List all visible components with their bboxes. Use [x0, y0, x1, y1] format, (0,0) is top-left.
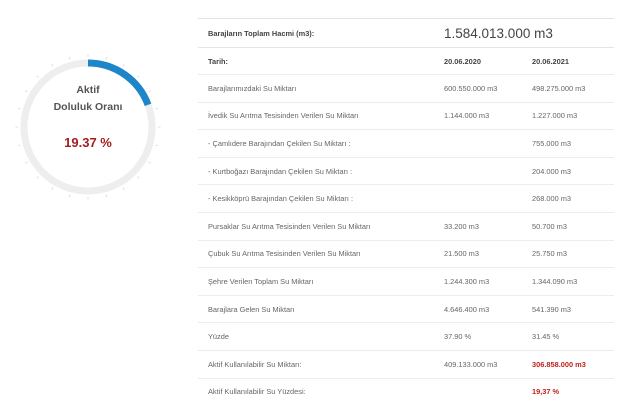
row-value-2020: 33.200 m3 — [434, 212, 522, 241]
total-capacity-label: Barajların Toplam Hacmi (m3): — [198, 18, 434, 48]
date-2021: 20.06.2021 — [522, 47, 614, 75]
row-value-2020: 600.550.000 m3 — [434, 74, 522, 103]
gauge-ticks — [15, 54, 161, 200]
row-value-2020 — [434, 184, 522, 213]
occupancy-gauge: Aktif Doluluk Oranı 19.37 % — [14, 53, 162, 201]
table-row: Barajlara Gelen Su Miktarı 4.646.400 m3 54… — [198, 295, 614, 324]
gauge-value: 19.37 % — [64, 135, 112, 150]
row-label: Aktif Kullanılabilir Su Miktarı: — [198, 350, 434, 379]
table-row: Barajlarımızdaki Su Miktarı 600.550.000 m… — [198, 74, 614, 103]
gauge-tick — [105, 194, 108, 198]
table-row: - Kurtboğazı Barajından Çekilen Su Mikta… — [198, 157, 614, 186]
table-row: Şehre Verilen Toplam Su Miktarı 1.244.300… — [198, 267, 614, 296]
row-value-2021: 1.344.090 m3 — [522, 267, 614, 296]
table-row: İvedik Su Arıtma Tesisinden Verilen Su M… — [198, 102, 614, 131]
row-label: Çubuk Su Arıtma Tesisinden Verilen Su Mi… — [198, 240, 434, 269]
row-value-2020: 37.90 % — [434, 322, 522, 351]
table-row: Aktif Kullanılabilir Su Yüzdesi: 19,37 % — [198, 378, 614, 405]
row-label: Yüzde — [198, 322, 434, 351]
row-value-2021: 541.390 m3 — [522, 295, 614, 324]
row-value-2020 — [434, 378, 522, 405]
row-value-2020: 409.133.000 m3 — [434, 350, 522, 379]
gauge-tick — [137, 176, 140, 179]
row-value-2021: 31.45 % — [522, 322, 614, 351]
table-row: Çubuk Su Arıtma Tesisinden Verilen Su Mi… — [198, 240, 614, 269]
row-value-2021: 204.000 m3 — [522, 157, 614, 186]
row-value-2021: 498.275.000 m3 — [522, 74, 614, 103]
row-value-2021: 25.750 m3 — [522, 240, 614, 269]
row-value-2021: 755.000 m3 — [522, 129, 614, 158]
gauge-tick — [36, 75, 39, 78]
gauge-label-line1: Aktif — [76, 84, 100, 96]
gauge-tick — [51, 187, 54, 190]
table-row: - Çamlıdere Barajından Çekilen Su Miktar… — [198, 129, 614, 158]
row-value-2021: 1.227.000 m3 — [522, 102, 614, 131]
total-capacity-value: 1.584.013.000 m3 — [434, 18, 614, 48]
row-label: Şehre Verilen Toplam Su Miktarı — [198, 267, 434, 296]
gauge-tick — [122, 64, 125, 67]
row-label: Barajlara Gelen Su Miktarı — [198, 295, 434, 324]
gauge-tick — [148, 161, 151, 164]
date-header-row: Tarih: 20.06.2020 20.06.2021 — [198, 47, 614, 75]
date-label: Tarih: — [198, 47, 434, 75]
gauge-tick — [25, 161, 28, 164]
row-value-2020: 21.500 m3 — [434, 240, 522, 269]
row-label: İvedik Su Arıtma Tesisinden Verilen Su M… — [198, 102, 434, 131]
row-value-2020: 4.646.400 m3 — [434, 295, 522, 324]
occupancy-gauge-panel: Aktif Doluluk Oranı 19.37 % — [0, 0, 176, 412]
table-row: Yüzde 37.90 % 31.45 % — [198, 322, 614, 351]
row-value-2021: 50.700 m3 — [522, 212, 614, 241]
gauge-tick — [137, 75, 140, 78]
gauge-tick — [68, 56, 71, 60]
row-value-2020: 1.244.300 m3 — [434, 267, 522, 296]
row-label: Aktif Kullanılabilir Su Yüzdesi: — [208, 387, 306, 397]
gauge-tick — [105, 56, 108, 60]
row-label: - Kurtboğazı Barajından Çekilen Su Mikta… — [198, 157, 434, 186]
row-label: Barajlarımızdaki Su Miktarı — [198, 74, 434, 103]
gauge-ring — [15, 54, 161, 200]
table-row: Pursaklar Su Arıtma Tesisinden Verilen S… — [198, 212, 614, 241]
table-row: Aktif Kullanılabilir Su Miktarı: 409.133.… — [198, 350, 614, 379]
row-value-2020: 1.144.000 m3 — [434, 102, 522, 131]
gauge-label-line2: Doluluk Oranı — [53, 101, 123, 113]
row-label: - Çamlıdere Barajından Çekilen Su Miktar… — [198, 129, 434, 158]
gauge-tick — [68, 194, 71, 198]
row-label: Pursaklar Su Arıtma Tesisinden Verilen S… — [198, 212, 434, 241]
gauge-tick — [51, 64, 54, 67]
row-value-2021: 268.000 m3 — [522, 184, 614, 213]
row-value-2021: 19,37 % — [532, 387, 560, 397]
gauge-tick — [36, 176, 39, 179]
dam-statistics-table: Barajların Toplam Hacmi (m3): 1.584.013.… — [198, 18, 614, 405]
row-value-2020 — [434, 157, 522, 186]
table-row: - Kesikköprü Barajından Çekilen Su Mikta… — [198, 184, 614, 213]
date-2020: 20.06.2020 — [434, 47, 522, 75]
row-value-2021: 306.858.000 m3 — [522, 350, 614, 379]
row-label: - Kesikköprü Barajından Çekilen Su Mikta… — [198, 184, 434, 213]
gauge-tick — [122, 187, 125, 190]
row-value-2020 — [434, 129, 522, 158]
total-capacity-row: Barajların Toplam Hacmi (m3): 1.584.013.… — [198, 18, 614, 48]
